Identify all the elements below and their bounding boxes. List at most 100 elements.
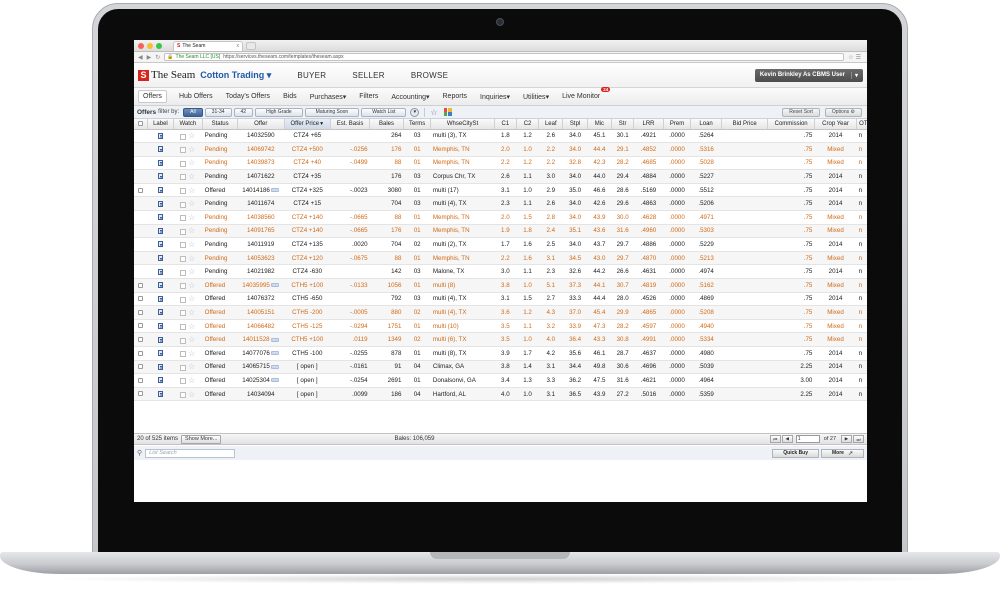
cell-offer[interactable]: 14034094 bbox=[237, 387, 285, 402]
label-checkbox[interactable] bbox=[180, 215, 187, 222]
row-select-cell[interactable] bbox=[134, 278, 148, 293]
watch-star-icon[interactable]: ☆ bbox=[188, 390, 195, 399]
cell-offer[interactable]: 14038560 bbox=[237, 210, 285, 225]
note-icon[interactable] bbox=[157, 227, 163, 234]
watch-star-icon[interactable]: ☆ bbox=[188, 267, 195, 276]
row-watch-cell[interactable]: ☆ bbox=[173, 319, 203, 334]
tab-utilities[interactable]: Utilities▾ bbox=[523, 93, 549, 101]
tab-hub-offers[interactable]: Hub Offers bbox=[179, 93, 213, 100]
label-checkbox[interactable] bbox=[180, 296, 187, 303]
row-checkbox[interactable] bbox=[138, 323, 144, 329]
row-select-cell[interactable] bbox=[134, 305, 148, 320]
row-select-cell[interactable] bbox=[134, 360, 148, 375]
show-more-button[interactable]: Show More... bbox=[181, 434, 222, 444]
table-row[interactable]: ☆ Offered 14005151 CTH5 -200 -.0005 880 02 mult… bbox=[134, 305, 867, 320]
watch-star-icon[interactable]: ☆ bbox=[188, 349, 195, 358]
offer-number[interactable]: 14038560 bbox=[247, 214, 275, 221]
col-loan[interactable]: Loan bbox=[690, 119, 722, 130]
cell-offer[interactable]: 14053623 bbox=[237, 251, 285, 266]
row-watch-cell[interactable]: ☆ bbox=[173, 332, 203, 347]
col-stpl[interactable]: Stpl bbox=[562, 119, 588, 130]
cell-offer[interactable]: 14091765 bbox=[237, 224, 285, 239]
offer-number[interactable]: 14076372 bbox=[247, 295, 275, 302]
col-whse-city-st[interactable]: WhseCitySt bbox=[430, 119, 495, 130]
cell-offer[interactable]: 14035995 new bbox=[237, 278, 285, 293]
watch-star-icon[interactable]: ☆ bbox=[188, 376, 195, 385]
row-select-cell[interactable] bbox=[134, 373, 148, 388]
watch-star-icon[interactable]: ☆ bbox=[188, 172, 195, 181]
cell-offer[interactable]: 14021982 bbox=[237, 264, 285, 280]
list-search-input[interactable]: List Search bbox=[145, 448, 236, 458]
offer-number[interactable]: 14035995 bbox=[242, 282, 270, 289]
tab-todays-offers[interactable]: Today's Offers bbox=[226, 93, 270, 100]
watch-star-icon[interactable]: ☆ bbox=[188, 335, 195, 344]
next-page-icon[interactable]: ▶ bbox=[841, 435, 852, 443]
row-watch-cell[interactable]: ☆ bbox=[173, 156, 203, 171]
offer-number[interactable]: 14091765 bbox=[247, 227, 275, 234]
note-icon[interactable] bbox=[157, 173, 163, 180]
offer-number[interactable]: 14032590 bbox=[247, 132, 275, 139]
offer-number[interactable]: 14071622 bbox=[247, 173, 275, 180]
row-checkbox[interactable] bbox=[138, 350, 144, 356]
filter-chip-high-grade[interactable]: High Grade bbox=[255, 107, 303, 117]
offer-number[interactable]: 14077076 bbox=[242, 350, 270, 357]
reload-icon[interactable]: ↻ bbox=[155, 54, 160, 61]
table-row[interactable]: ☆ Pending 14021982 CTZ4 -630 142 03 Malone, TX… bbox=[134, 264, 867, 280]
nav-buyer[interactable]: BUYER bbox=[297, 71, 326, 80]
row-watch-cell[interactable]: ☆ bbox=[173, 224, 203, 239]
row-select-cell[interactable] bbox=[134, 224, 148, 239]
row-checkbox[interactable] bbox=[138, 364, 144, 370]
row-label-cell[interactable] bbox=[147, 264, 174, 280]
nav-browse[interactable]: BROWSE bbox=[411, 71, 448, 80]
row-label-cell[interactable] bbox=[147, 251, 174, 266]
row-watch-cell[interactable]: ☆ bbox=[173, 346, 203, 361]
row-label-cell[interactable] bbox=[147, 129, 174, 144]
row-select-cell[interactable] bbox=[134, 210, 148, 225]
row-watch-cell[interactable]: ☆ bbox=[173, 264, 203, 280]
row-select-cell[interactable] bbox=[134, 129, 148, 144]
offer-number[interactable]: 14065715 bbox=[242, 363, 270, 370]
offer-number[interactable]: 14011528 bbox=[243, 336, 270, 343]
row-label-cell[interactable] bbox=[147, 387, 174, 402]
row-select-cell[interactable] bbox=[134, 264, 148, 280]
watch-star-icon[interactable]: ☆ bbox=[188, 254, 195, 263]
label-checkbox[interactable] bbox=[180, 228, 187, 235]
table-row[interactable]: ☆ Offered 14034094 [ open ] .0099 186 04 Hartfo… bbox=[134, 387, 867, 402]
offer-number[interactable]: 14039873 bbox=[247, 159, 275, 166]
label-checkbox[interactable] bbox=[180, 188, 187, 195]
note-icon[interactable] bbox=[157, 336, 163, 343]
row-label-cell[interactable] bbox=[147, 142, 174, 157]
label-checkbox[interactable] bbox=[180, 351, 187, 358]
note-icon[interactable] bbox=[157, 132, 163, 139]
watch-star-icon[interactable]: ☆ bbox=[188, 322, 195, 331]
row-watch-cell[interactable]: ☆ bbox=[173, 183, 203, 198]
row-label-cell[interactable] bbox=[147, 373, 174, 388]
row-select-cell[interactable] bbox=[134, 292, 148, 307]
row-label-cell[interactable] bbox=[147, 346, 174, 361]
table-row[interactable]: ☆ Offered 14014186 new CTZ4 +325 -.0023 3080 01… bbox=[134, 183, 867, 198]
tab-filters[interactable]: Filters bbox=[359, 93, 378, 100]
table-row[interactable]: ☆ Pending 14038560 CTZ4 +140 -.0665 88 01 Memph… bbox=[134, 210, 867, 225]
watch-star-icon[interactable]: ☆ bbox=[188, 362, 195, 371]
note-icon[interactable] bbox=[157, 322, 163, 329]
col-bid-price[interactable]: Bid Price bbox=[721, 119, 769, 130]
row-watch-cell[interactable]: ☆ bbox=[173, 142, 203, 157]
page-number-input[interactable]: 1 bbox=[795, 435, 820, 443]
note-icon[interactable] bbox=[157, 255, 163, 261]
row-label-cell[interactable] bbox=[147, 196, 174, 212]
table-row[interactable]: ☆ Offered 14066482 CTH5 -125 -.0294 1751 01 mul… bbox=[134, 319, 867, 334]
row-label-cell[interactable] bbox=[147, 292, 174, 307]
row-select-cell[interactable] bbox=[134, 332, 148, 347]
row-watch-cell[interactable]: ☆ bbox=[173, 360, 203, 375]
col-lrr[interactable]: LRR bbox=[633, 119, 664, 130]
watch-star-icon[interactable]: ☆ bbox=[188, 145, 195, 154]
tab-bids[interactable]: Bids bbox=[283, 93, 297, 100]
filter-chip-31-34[interactable]: 31-34 bbox=[204, 107, 232, 117]
tab-purchases[interactable]: Purchases▾ bbox=[310, 93, 347, 101]
row-watch-cell[interactable]: ☆ bbox=[173, 210, 203, 225]
color-grid-icon[interactable] bbox=[443, 108, 452, 116]
note-icon[interactable] bbox=[157, 363, 163, 370]
row-label-cell[interactable] bbox=[147, 319, 174, 334]
col-offer[interactable]: Offer bbox=[237, 119, 285, 130]
col-mic[interactable]: Mic bbox=[587, 119, 613, 130]
